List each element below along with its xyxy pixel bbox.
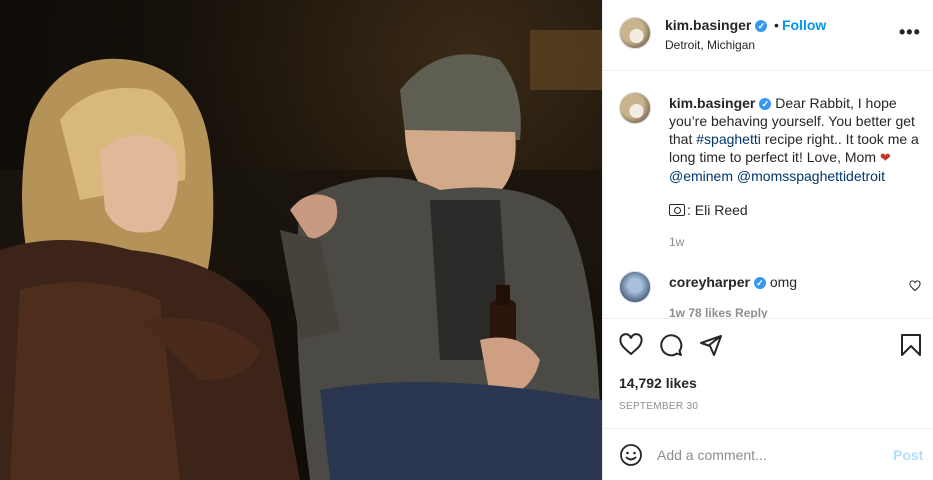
post-side-panel: kim.basinger ✓ • Follow Detroit, Michigan… xyxy=(602,0,933,480)
post-date[interactable]: SEPTEMBER 30 xyxy=(619,401,698,412)
caption-username[interactable]: kim.basinger xyxy=(669,95,755,111)
reply-comment: coreyharper ✓ omg xyxy=(669,274,797,290)
comment-icon[interactable] xyxy=(659,333,683,357)
verified-badge-icon: ✓ xyxy=(755,20,768,33)
photo-credit: : Eli Reed xyxy=(669,202,748,218)
post-caption: kim.basinger ✓ Dear Rabbit, I hope you’re… xyxy=(669,94,921,185)
post-header: kim.basinger ✓ • Follow Detroit, Michigan… xyxy=(603,0,933,71)
post-location[interactable]: Detroit, Michigan xyxy=(665,38,755,52)
mention-eminem-link[interactable]: @eminem xyxy=(669,168,733,184)
reply-like-heart-icon[interactable] xyxy=(909,280,921,292)
likes-count[interactable]: 14,792 likes xyxy=(619,375,697,391)
header-separator: • xyxy=(774,17,779,33)
photo-credit-text: : Eli Reed xyxy=(687,202,748,218)
save-bookmark-icon[interactable] xyxy=(899,333,923,357)
camera-emoji-icon xyxy=(669,204,685,216)
reply-avatar[interactable] xyxy=(619,271,651,303)
reply-username[interactable]: coreyharper xyxy=(669,274,750,290)
caption-timestamp[interactable]: 1w xyxy=(669,235,684,249)
reply-meta[interactable]: 1w 78 likes Reply xyxy=(669,306,768,318)
post-actions: 14,792 likes SEPTEMBER 30 xyxy=(603,318,933,428)
post-photo-illustration xyxy=(0,30,602,480)
reply-verified-badge-icon: ✓ xyxy=(753,277,766,290)
heart-emoji-icon: ❤ xyxy=(879,150,891,165)
caption-avatar[interactable] xyxy=(619,92,651,124)
add-comment-input[interactable] xyxy=(657,443,879,467)
mention-momsspaghetti-link[interactable]: @momsspaghettidetroit xyxy=(737,168,885,184)
follow-button[interactable]: Follow xyxy=(782,17,826,33)
author-username[interactable]: kim.basinger ✓ xyxy=(665,17,768,33)
author-username-text[interactable]: kim.basinger xyxy=(665,17,751,33)
share-paper-plane-icon[interactable] xyxy=(699,333,723,357)
add-comment-bar: Post xyxy=(603,428,933,480)
more-options-icon[interactable]: ••• xyxy=(899,22,921,43)
emoji-smiley-icon[interactable] xyxy=(619,443,643,467)
reply-text: omg xyxy=(769,274,798,290)
like-heart-icon[interactable] xyxy=(619,333,643,357)
caption-verified-badge-icon: ✓ xyxy=(759,98,772,111)
hashtag-link[interactable]: #spaghetti xyxy=(696,131,761,147)
post-photo[interactable] xyxy=(0,0,602,480)
post-comment-button[interactable]: Post xyxy=(893,447,923,463)
author-avatar[interactable] xyxy=(619,17,651,49)
comments-section[interactable]: kim.basinger ✓ Dear Rabbit, I hope you’re… xyxy=(603,72,933,318)
